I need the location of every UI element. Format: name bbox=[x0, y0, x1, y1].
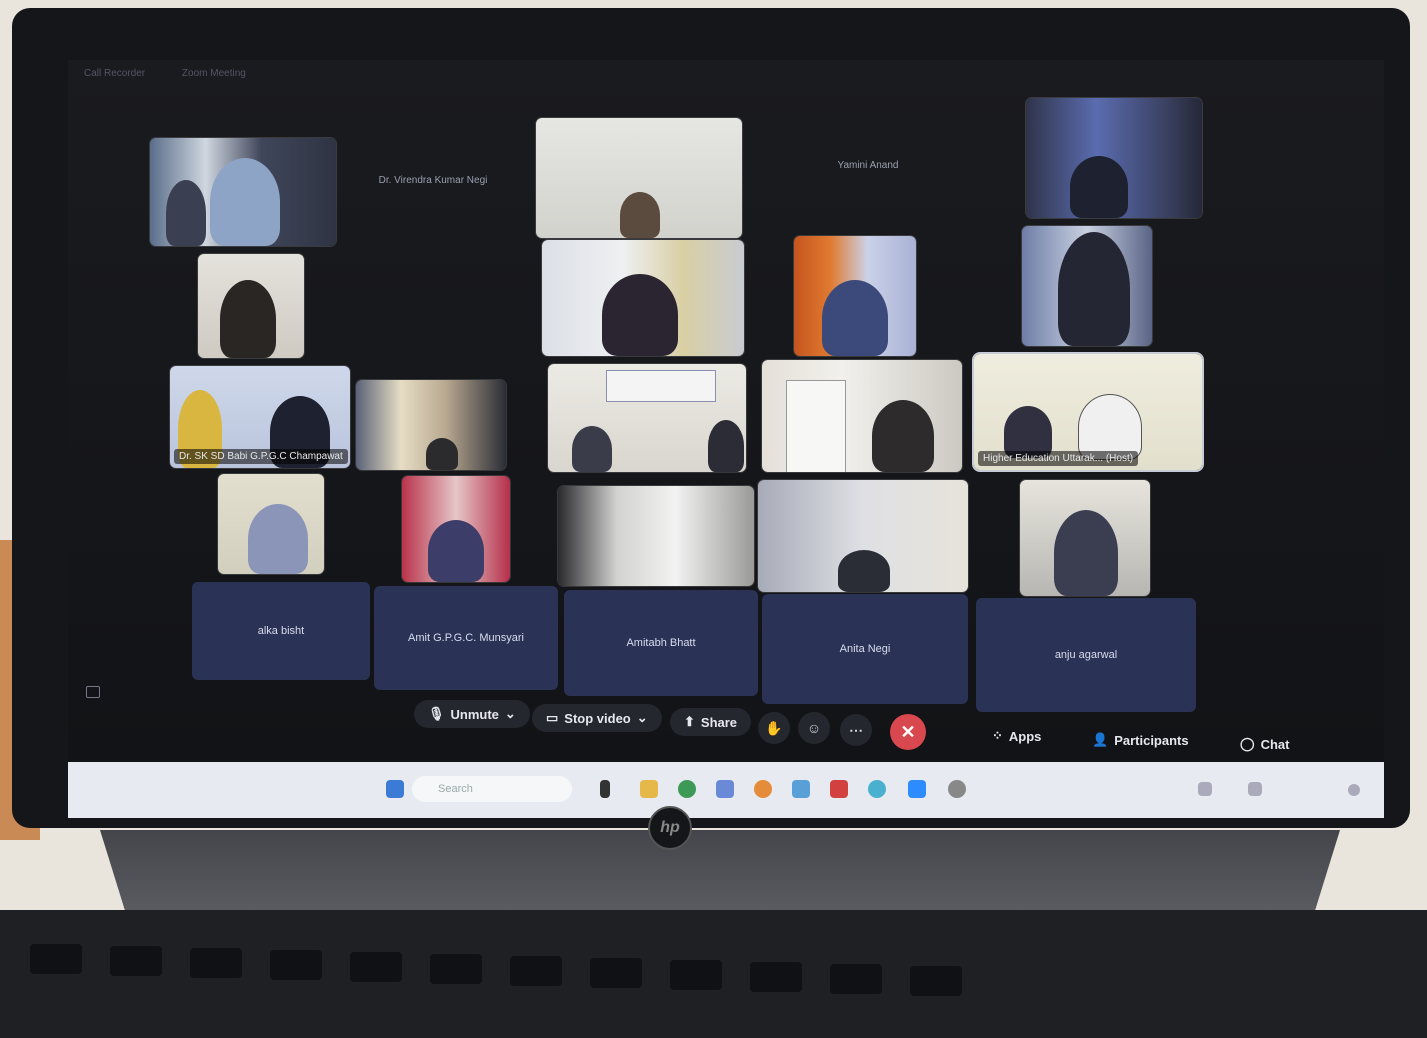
chrome-icon[interactable] bbox=[678, 780, 696, 798]
apps-label: Apps bbox=[1008, 728, 1042, 744]
keyboard-key bbox=[350, 952, 402, 982]
taskbar-search-placeholder: Search bbox=[438, 783, 473, 795]
video-tile[interactable] bbox=[402, 476, 510, 582]
participants-icon: 👤 bbox=[1092, 732, 1109, 747]
unmute-label: Unmute bbox=[450, 706, 499, 722]
keyboard-key bbox=[110, 946, 162, 976]
keyboard-key bbox=[30, 944, 82, 974]
zoom-meeting-window: Call Recorder Zoom Meeting Dr. Virendra … bbox=[68, 60, 1384, 762]
share-button[interactable]: ⬆ Share bbox=[670, 708, 752, 736]
host-label: Higher Education Uttarak... (Host) bbox=[978, 451, 1139, 466]
zoom-icon[interactable] bbox=[908, 780, 926, 798]
reactions-icon[interactable]: ☺ bbox=[798, 712, 830, 744]
keyboard-key bbox=[590, 958, 642, 988]
app-icon[interactable] bbox=[716, 780, 734, 798]
participant-name: Yamini Anand bbox=[837, 159, 899, 171]
video-tile[interactable]: Dr. SK SD Babi G.P.G.C Champawat bbox=[170, 366, 350, 468]
chat-icon: ◯ bbox=[1240, 736, 1255, 751]
unmute-button[interactable]: 🎙 Unmute ⌄ bbox=[414, 700, 530, 728]
video-camera-icon: ▭ bbox=[546, 710, 559, 725]
keyboard-key bbox=[750, 962, 802, 992]
share-screen-icon: ⬆ bbox=[684, 714, 695, 729]
chat-button[interactable]: ◯ Chat bbox=[1240, 736, 1289, 752]
apps-icon: ⁘ bbox=[992, 728, 1003, 743]
participant-name: anju agarwal bbox=[1054, 649, 1118, 661]
video-tile[interactable] bbox=[558, 486, 754, 586]
windows-start-icon[interactable] bbox=[386, 780, 404, 798]
apps-button[interactable]: ⁘ Apps bbox=[992, 728, 1041, 744]
participants-button[interactable]: 👤 Participants bbox=[1092, 732, 1189, 748]
video-tile[interactable] bbox=[762, 360, 962, 472]
keyboard-key bbox=[510, 956, 562, 986]
stop-video-button[interactable]: ▭ Stop video ⌄ bbox=[532, 704, 662, 732]
folder-icon[interactable] bbox=[640, 780, 658, 798]
mail-icon[interactable] bbox=[792, 780, 810, 798]
participant-name-tile[interactable]: Amitabh Bhatt bbox=[564, 590, 758, 696]
participant-name-tile[interactable]: Yamini Anand bbox=[758, 140, 978, 190]
keyboard-key bbox=[190, 948, 242, 978]
participant-name-tile[interactable]: alka bisht bbox=[192, 582, 370, 680]
participant-name: alka bisht bbox=[257, 625, 305, 637]
topbar-item: Zoom Meeting bbox=[181, 68, 246, 79]
keyboard-key bbox=[670, 960, 722, 990]
video-tile[interactable] bbox=[542, 240, 744, 356]
end-call-button[interactable]: ✕ bbox=[890, 714, 926, 750]
participant-name-tile[interactable]: anju agarwal bbox=[976, 598, 1196, 712]
wifi-icon[interactable] bbox=[1248, 782, 1262, 796]
participant-name-tile[interactable]: Dr. Virendra Kumar Negi bbox=[338, 150, 528, 210]
chat-label: Chat bbox=[1260, 736, 1290, 752]
security-icon[interactable] bbox=[86, 686, 100, 698]
participants-label: Participants bbox=[1114, 732, 1189, 748]
file-explorer-icon[interactable] bbox=[600, 780, 610, 798]
chevron-down-icon[interactable]: ⌄ bbox=[637, 710, 648, 726]
raise-hand-icon[interactable]: ✋ bbox=[758, 712, 790, 744]
system-tray-icon[interactable] bbox=[1198, 782, 1212, 796]
app-icon[interactable] bbox=[868, 780, 886, 798]
notification-icon[interactable] bbox=[1348, 784, 1360, 796]
video-tile[interactable] bbox=[1020, 480, 1150, 596]
video-tile[interactable] bbox=[356, 380, 506, 470]
brand-text: hp bbox=[660, 819, 680, 836]
video-tile[interactable] bbox=[758, 480, 968, 592]
keyboard-key bbox=[430, 954, 482, 984]
topbar-item[interactable]: Call Recorder bbox=[84, 68, 145, 79]
video-tile[interactable]: Higher Education Uttarak... (Host) bbox=[974, 354, 1202, 470]
participant-label: Dr. SK SD Babi G.P.G.C Champawat bbox=[174, 449, 348, 464]
participant-name: Dr. Virendra Kumar Negi bbox=[378, 174, 488, 186]
chevron-down-icon[interactable]: ⌄ bbox=[505, 706, 516, 722]
video-tile[interactable] bbox=[548, 364, 746, 472]
wps-icon[interactable] bbox=[830, 780, 848, 798]
windows-taskbar: Search bbox=[68, 762, 1384, 818]
video-tile[interactable] bbox=[150, 138, 336, 246]
taskbar-search-input[interactable]: Search bbox=[412, 776, 572, 802]
video-tile[interactable] bbox=[198, 254, 304, 358]
meeting-top-bar: Call Recorder Zoom Meeting bbox=[84, 68, 280, 79]
video-tile[interactable] bbox=[536, 118, 742, 238]
video-tile[interactable] bbox=[1026, 98, 1202, 218]
keyboard-key bbox=[830, 964, 882, 994]
share-label: Share bbox=[700, 714, 738, 730]
participant-name: Amitabh Bhatt bbox=[626, 637, 696, 649]
hp-logo: hp bbox=[648, 806, 692, 850]
app-icon[interactable] bbox=[948, 780, 966, 798]
participant-name-tile[interactable]: Anita Negi bbox=[762, 594, 968, 704]
edge-icon[interactable] bbox=[754, 780, 772, 798]
microphone-muted-icon: 🎙 bbox=[428, 706, 445, 721]
video-tile[interactable] bbox=[1022, 226, 1152, 346]
laptop-hinge bbox=[100, 830, 1340, 910]
keyboard-area bbox=[0, 910, 1427, 1038]
more-icon[interactable]: ⋯ bbox=[840, 714, 872, 746]
participant-name: Anita Negi bbox=[839, 643, 891, 655]
participant-name-tile[interactable]: Amit G.P.G.C. Munsyari bbox=[374, 586, 558, 690]
video-tile[interactable] bbox=[794, 236, 916, 356]
keyboard-key bbox=[910, 966, 962, 996]
video-tile[interactable] bbox=[218, 474, 324, 574]
participant-name: Amit G.P.G.C. Munsyari bbox=[408, 632, 524, 644]
keyboard-key bbox=[270, 950, 322, 980]
stop-video-label: Stop video bbox=[564, 710, 631, 726]
